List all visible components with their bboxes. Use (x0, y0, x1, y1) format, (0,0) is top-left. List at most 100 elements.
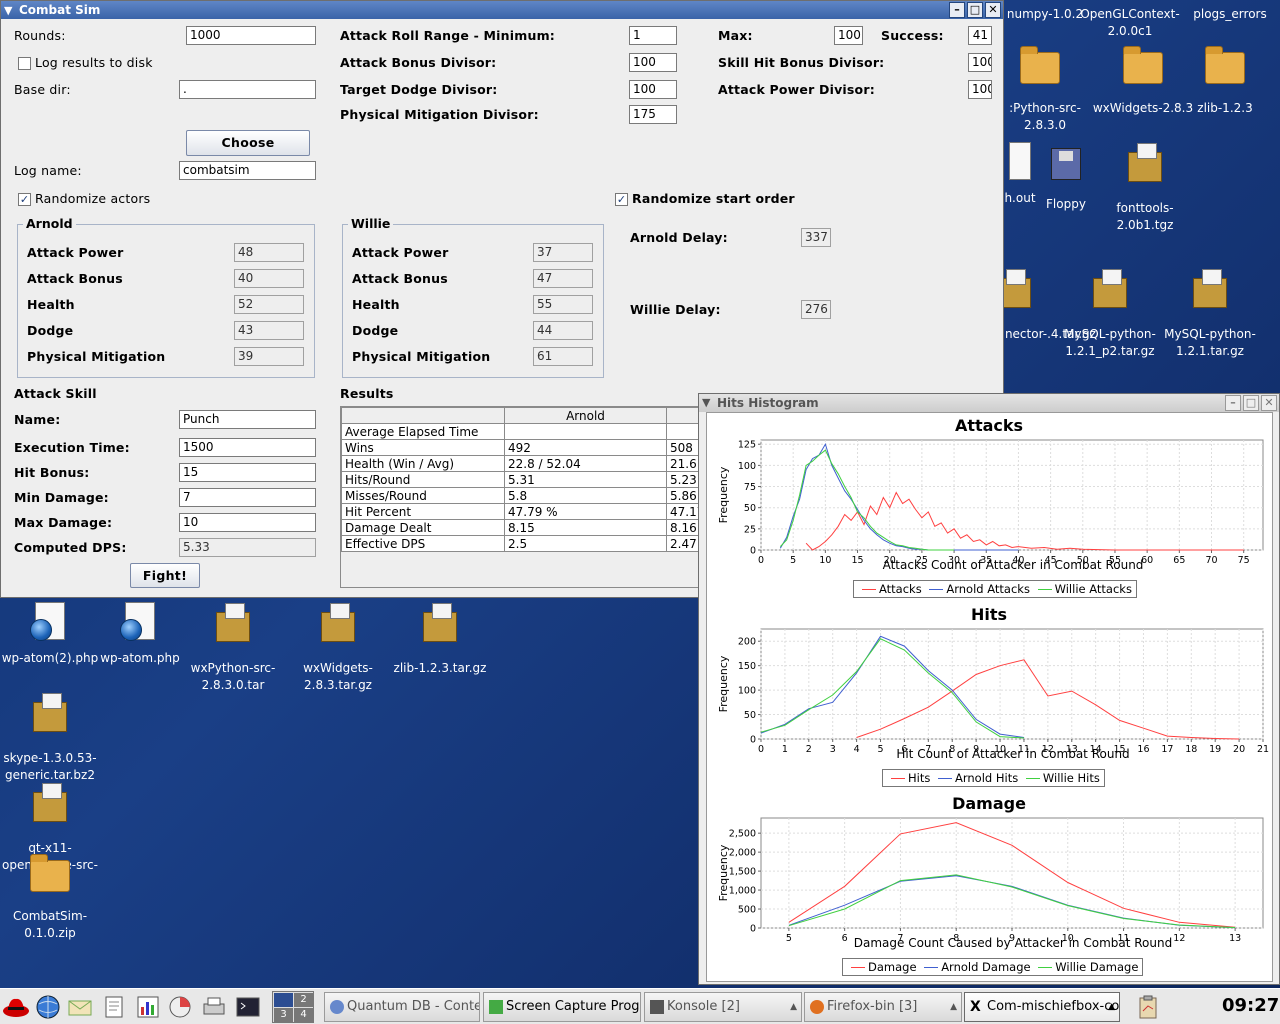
skill-hit-bonus-divisor-input[interactable]: 100 (968, 53, 992, 72)
terminal-icon[interactable] (234, 993, 262, 1021)
rounds-input[interactable]: 1000 (186, 26, 316, 45)
maximize-button[interactable]: □ (1243, 395, 1259, 411)
minimize-button[interactable]: – (949, 2, 965, 18)
desktop-icon-openglcontext[interactable]: OpenGLContext-2.0.0c1 (1080, 6, 1180, 40)
cell: 21.61 (666, 455, 701, 472)
choose-button[interactable]: Choose (186, 130, 310, 156)
close-button[interactable]: ✕ (985, 2, 1001, 18)
arnold-attack-bonus-value: 40 (234, 269, 304, 288)
task-konsole[interactable]: Konsole [2] ▲ (644, 992, 802, 1022)
attack-power-divisor-input[interactable]: 100 (968, 80, 992, 99)
phys-mit-divisor-input[interactable]: 175 (629, 105, 677, 124)
base-dir-input[interactable]: . (179, 80, 316, 99)
chart-title-hits: Hits (970, 605, 1008, 624)
willie-phys-mit-label: Physical Mitigation (352, 349, 491, 364)
target-dodge-divisor-input[interactable]: 100 (629, 80, 677, 99)
fight-button[interactable]: Fight! (130, 563, 200, 588)
desktop-icon-plogs-errors[interactable]: plogs_errors (1180, 6, 1280, 23)
clock[interactable]: 09:27 (1222, 995, 1279, 1016)
y-tick-label: 75 (744, 482, 756, 493)
log-name-label: Log name: (14, 163, 82, 178)
desktop-icon-zlib-tar[interactable]: zlib-1.2.3.tar.gz (386, 600, 494, 677)
archive-icon (1190, 269, 1230, 322)
maximize-button[interactable]: □ (967, 2, 983, 18)
log-name-input[interactable]: combatsim (179, 161, 316, 180)
legend-label: Arnold Damage (941, 960, 1031, 974)
task-quantum-db[interactable]: Quantum DB - Content (324, 992, 480, 1022)
minimize-button[interactable]: – (1225, 395, 1241, 411)
email-icon[interactable] (66, 993, 94, 1021)
task-combat-sim[interactable]: X Com-mischiefbox-co ▲ (964, 992, 1120, 1022)
pager-workspace-2[interactable]: 2 (294, 993, 313, 1007)
konsole-icon (650, 1000, 664, 1014)
pager-workspace-4[interactable]: 4 (294, 1008, 313, 1022)
legend-swatch-total (851, 967, 865, 968)
cell: 47.17 (666, 503, 701, 520)
icon-label: wp-atom.php (100, 651, 180, 665)
willie-health-label: Health (352, 297, 400, 312)
legend-label: Hits (908, 771, 931, 785)
randomize-actors-checkbox[interactable]: ✓ (18, 193, 31, 206)
attack-bonus-divisor-input[interactable]: 100 (629, 53, 677, 72)
cell: Average Elapsed Time (341, 423, 505, 440)
desktop-icon-wxpython-folder[interactable]: :Python-src-2.8.3.0 (990, 42, 1100, 134)
presentation-icon[interactable] (166, 993, 194, 1021)
desktop-icon-wxpython-tar[interactable]: wxPython-src-2.8.3.0.tar (180, 600, 286, 694)
clipboard-icon[interactable] (1134, 993, 1162, 1021)
desktop-icon-mysql-python[interactable]: MySQL-python-1.2.1.tar.gz (1158, 266, 1262, 360)
log-to-disk-checkbox[interactable] (18, 57, 31, 70)
firefox-icon (810, 1000, 824, 1014)
browser-globe-icon[interactable] (34, 993, 62, 1021)
roll-min-input[interactable]: 1 (629, 26, 677, 45)
min-damage-input[interactable]: 7 (179, 488, 316, 507)
randomize-start-checkbox[interactable]: ✓ (615, 193, 628, 206)
desktop-icon-zlib-folder[interactable]: zlib-1.2.3 (1170, 42, 1280, 117)
y-tick-label: 100 (738, 686, 756, 697)
execution-time-input[interactable]: 1500 (179, 438, 316, 457)
skill-name-input[interactable]: Punch (179, 410, 316, 429)
desktop-icon-wxwidgets-tar[interactable]: wxWidgets-2.8.3.tar.gz (284, 600, 392, 694)
pager-workspace-3[interactable]: 3 (274, 1008, 293, 1022)
window-menu-icon[interactable]: ▼ (702, 394, 710, 412)
max-input[interactable]: 100 (834, 26, 863, 45)
log-to-disk-label: Log results to disk (35, 55, 153, 70)
desktop-icon-h-out[interactable]: h.out (1000, 140, 1040, 207)
phys-mit-divisor-label: Physical Mitigation Divisor: (340, 107, 539, 122)
cell: Hits/Round (341, 471, 505, 488)
cell: 8.15 (504, 519, 667, 536)
taskbar: 2 3 4 Quantum DB - Content Screen Captur… (0, 988, 1280, 1024)
legend-swatch-arnold (924, 967, 939, 968)
text-editor-icon[interactable] (100, 993, 128, 1021)
success-input[interactable]: 41 (968, 26, 992, 45)
legend-label: Willie Damage (1055, 960, 1139, 974)
desktop-icon-skype[interactable]: skype-1.3.0.53-generic.tar.bz2 (0, 690, 100, 784)
hit-bonus-input[interactable]: 15 (179, 463, 316, 482)
desktop-icon-floppy[interactable]: Floppy (1038, 140, 1094, 213)
task-screen-capture[interactable]: Screen Capture Progra (483, 992, 641, 1022)
roll-min-label: Attack Roll Range - Minimum: (340, 28, 555, 43)
icon-label: zlib-1.2.3.tar.gz (393, 661, 487, 675)
workspace-pager[interactable]: 2 3 4 (272, 991, 314, 1023)
pager-workspace-1[interactable] (274, 993, 293, 1007)
desktop-icon-wp-atom-2[interactable]: wp-atom(2).php (0, 600, 100, 667)
redhat-menu-icon[interactable] (2, 993, 30, 1021)
desktop-icon-mysql-python-p2[interactable]: MySQL-python-1.2.1_p2.tar.gz (1056, 266, 1164, 360)
printer-icon[interactable] (200, 993, 228, 1021)
php-document-icon (30, 602, 70, 646)
task-firefox[interactable]: Firefox-bin [3] ▲ (804, 992, 962, 1022)
y-tick-label: 0 (750, 924, 756, 935)
histogram-titlebar[interactable]: ▼ Hits Histogram – □ ✕ (699, 394, 1279, 412)
combat-sim-titlebar[interactable]: ▼ Combat Sim – □ ✕ (1, 1, 1003, 19)
chart-title-attacks: Attacks (954, 416, 1024, 435)
max-damage-input[interactable]: 10 (179, 513, 316, 532)
desktop-icon-combatsim-zip[interactable]: CombatSim-0.1.0.zip (0, 850, 100, 942)
cell: Hit Percent (341, 503, 505, 520)
window-menu-icon[interactable]: ▼ (4, 2, 12, 20)
desktop-icon-wp-atom[interactable]: wp-atom.php (96, 600, 184, 667)
skill-name-label: Name: (14, 412, 61, 427)
y-tick-label: 200 (738, 637, 756, 648)
spreadsheet-icon[interactable] (134, 993, 162, 1021)
desktop-icon-fonttools[interactable]: fonttools-2.0b1.tgz (1090, 140, 1200, 234)
target-dodge-divisor-label: Target Dodge Divisor: (340, 82, 498, 97)
close-button[interactable]: ✕ (1261, 395, 1277, 411)
